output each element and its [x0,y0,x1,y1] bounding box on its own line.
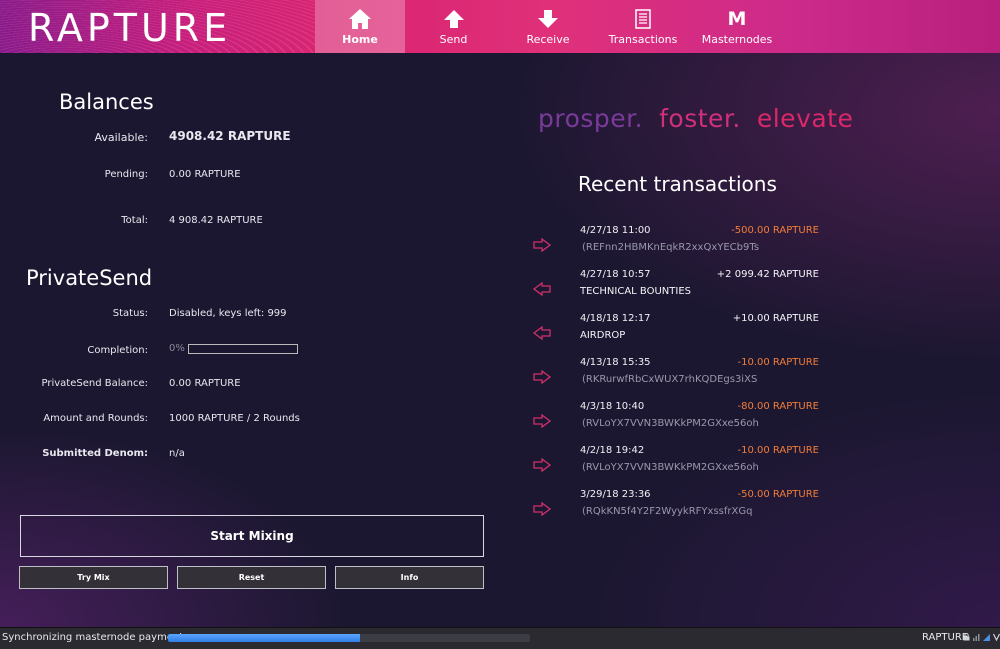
transaction-address: (REFnn2HBMKnEqkR2xxQxYECb9Ts [582,242,760,253]
lock-icon[interactable] [963,633,970,641]
completion-percent: 0% [169,343,185,354]
slogan-prosper: prosper. [538,104,644,133]
transaction-amount: +10.00 RAPTURE [732,313,819,324]
available-value: 4908.42 RAPTURE [169,129,291,143]
transaction-row[interactable]: 3/29/18 23:36 -50.00 RAPTURE (RQkKN5f4Y2… [530,489,830,529]
recent-transactions-title: Recent transactions [578,172,777,196]
transaction-row[interactable]: 4/27/18 10:57 +2 099.42 RAPTURE TECHNICA… [530,269,830,309]
transaction-row[interactable]: 4/27/18 11:00 -500.00 RAPTURE (REFnn2HBM… [530,225,830,265]
nav-label-transactions: Transactions [608,33,678,46]
transaction-date: 4/13/18 15:35 [580,357,651,368]
slogan-elevate: elevate [756,104,854,133]
nav-item-transactions[interactable]: Transactions [594,0,692,53]
submitted-denom-label: Submitted Denom: [42,448,148,459]
status-bar: Synchronizing masternode payments... RAP… [0,627,1000,649]
transaction-label: AIRDROP [580,330,626,341]
pending-label: Pending: [104,169,148,180]
nav-label-home: Home [342,33,378,46]
display-unit[interactable]: RAPTURE [922,632,968,643]
transaction-amount: -500.00 RAPTURE [731,225,819,236]
transaction-row[interactable]: 4/18/18 12:17 +10.00 RAPTURE AIRDROP [530,313,830,353]
privatesend-balance-label: PrivateSend Balance: [41,378,148,389]
completion-label: Completion: [87,345,148,356]
transaction-address: (RQkKN5f4Y2F2WyykRFYxssfrXGq [582,506,753,517]
masternode-status-icon[interactable] [992,633,1000,642]
start-mixing-button[interactable]: Start Mixing [20,515,484,557]
transaction-row[interactable]: 4/2/18 19:42 -10.00 RAPTURE (RVLoYX7VVN3… [530,445,830,485]
privatesend-balance-value: 0.00 RAPTURE [169,378,241,389]
info-button[interactable]: Info [335,566,484,589]
nav-item-home[interactable]: Home [315,0,405,53]
slogan: prosper. foster. elevate [538,104,853,133]
transaction-label: TECHNICAL BOUNTIES [580,286,692,297]
masternodes-m-icon: M [727,8,747,30]
transaction-date: 4/27/18 11:00 [580,225,651,236]
transaction-date: 4/3/18 10:40 [580,401,645,412]
outgoing-arrow-icon [533,501,552,520]
transaction-address: (RVLoYX7VVN3BWKkPM2GXxe56oh [582,418,759,429]
transactions-list-icon [635,5,651,33]
completion-progress: 0% [169,343,298,354]
overview-page: Balances Available: 4908.42 RAPTURE Pend… [0,53,1000,627]
transaction-row[interactable]: 4/3/18 10:40 -80.00 RAPTURE (RVLoYX7VVN3… [530,401,830,441]
outgoing-arrow-icon [533,237,552,256]
sync-progress-bar [168,634,530,642]
amount-rounds-label: Amount and Rounds: [43,413,148,424]
nav-item-masternodes[interactable]: M Masternodes [692,0,782,53]
outgoing-arrow-icon [533,457,552,476]
completion-bar [187,343,298,354]
pending-value: 0.00 RAPTURE [169,169,241,180]
try-mix-button[interactable]: Try Mix [19,566,168,589]
transaction-address: (RKRurwfRbCxWUX7rhKQDEgs3iXS [582,374,758,385]
slogan-foster: foster. [659,104,741,133]
status-icons [963,633,1000,642]
reset-button[interactable]: Reset [177,566,326,589]
outgoing-arrow-icon [533,369,552,388]
privatesend-title: PrivateSend [26,266,153,290]
transaction-amount: -10.00 RAPTURE [737,357,819,368]
total-label: Total: [121,215,148,226]
transaction-amount: -10.00 RAPTURE [737,445,819,456]
nav-label-send: Send [439,33,468,46]
transaction-amount: -50.00 RAPTURE [737,489,819,500]
nav-item-receive[interactable]: Receive [502,0,594,53]
nav-label-receive: Receive [526,33,570,46]
send-arrow-up-icon [443,5,465,33]
sync-icon[interactable] [983,633,990,641]
transaction-date: 4/2/18 19:42 [580,445,645,456]
available-label: Available: [94,131,149,144]
transaction-amount: -80.00 RAPTURE [737,401,819,412]
transaction-date: 4/27/18 10:57 [580,269,651,280]
incoming-arrow-icon [532,325,551,344]
nav-item-send[interactable]: Send [405,0,502,53]
transaction-row[interactable]: 4/13/18 15:35 -10.00 RAPTURE (RKRurwfRbC… [530,357,830,397]
balances-title: Balances [59,90,154,114]
transaction-date: 4/18/18 12:17 [580,313,651,324]
receive-arrow-down-icon [537,5,559,33]
amount-rounds-value: 1000 RAPTURE / 2 Rounds [169,413,300,424]
network-icon[interactable] [973,633,980,641]
main-nav: Home Send Receive Transactions M Mastern… [315,0,782,53]
app-logo: RAPTURE [28,6,232,50]
total-value: 4 908.42 RAPTURE [169,215,263,226]
header-bar: RAPTURE Home Send Receive Transactions M… [0,0,1000,53]
submitted-denom-value: n/a [169,448,185,459]
transaction-date: 3/29/18 23:36 [580,489,651,500]
incoming-arrow-icon [532,281,551,300]
transaction-address: (RVLoYX7VVN3BWKkPM2GXxe56oh [582,462,759,473]
status-value: Disabled, keys left: 999 [169,308,287,319]
nav-label-masternodes: Masternodes [701,33,773,46]
sync-progress-fill [168,634,360,642]
status-label: Status: [112,308,148,319]
outgoing-arrow-icon [533,413,552,432]
transaction-amount: +2 099.42 RAPTURE [716,269,819,280]
home-icon [348,5,372,33]
